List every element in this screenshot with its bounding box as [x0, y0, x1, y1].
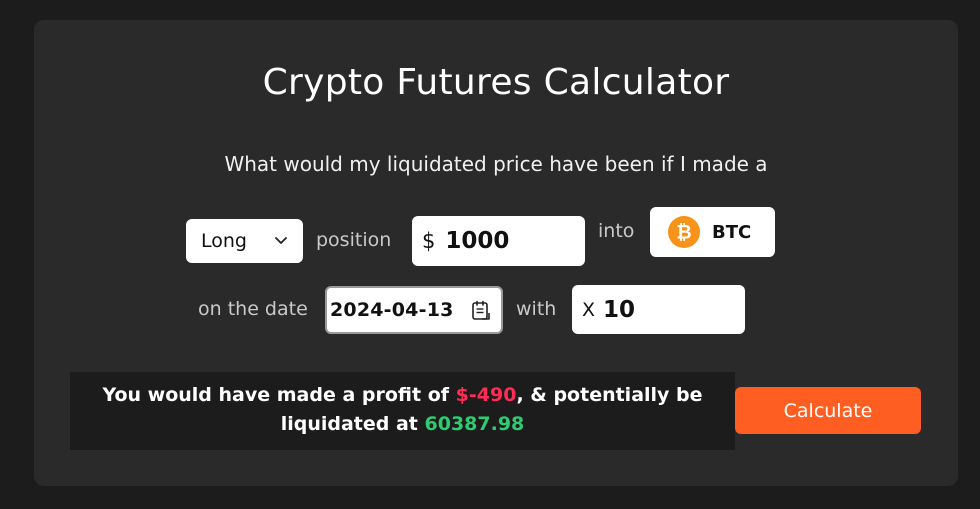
coin-symbol: BTC: [712, 221, 752, 243]
calculate-button[interactable]: Calculate: [735, 387, 921, 434]
direction-select-value: Long: [201, 230, 247, 252]
question-text: What would my liquidated price have been…: [224, 152, 768, 176]
leverage-input[interactable]: X 10: [572, 285, 745, 334]
date-input[interactable]: 2024-04-13: [325, 286, 503, 334]
direction-select[interactable]: Long: [186, 219, 303, 263]
leverage-value: 10: [603, 296, 636, 323]
amount-value: 1000: [445, 228, 510, 254]
liquidation-price: 60387.98: [424, 413, 525, 435]
coin-selector[interactable]: ₿ BTC: [650, 207, 775, 257]
result-text-start: You would have made a profit of: [102, 384, 456, 406]
chevron-down-icon: [275, 237, 287, 244]
into-label: into: [598, 220, 635, 242]
calendar-icon[interactable]: [469, 299, 493, 323]
bitcoin-glyph: ₿: [676, 222, 691, 244]
date-label: on the date: [198, 298, 308, 320]
with-label: with: [516, 298, 557, 320]
profit-value: $-490: [455, 384, 517, 406]
bitcoin-icon: ₿: [668, 216, 700, 248]
date-value: 2024-04-13: [330, 299, 454, 321]
position-label: position: [316, 229, 392, 251]
leverage-prefix: X: [582, 298, 596, 321]
calculator-card: Crypto Futures Calculator What would my …: [34, 20, 958, 486]
amount-input[interactable]: $ 1000: [412, 216, 585, 266]
result-panel: You would have made a profit of $-490, &…: [70, 372, 735, 450]
currency-prefix: $: [422, 229, 436, 253]
page-title: Crypto Futures Calculator: [262, 62, 730, 103]
